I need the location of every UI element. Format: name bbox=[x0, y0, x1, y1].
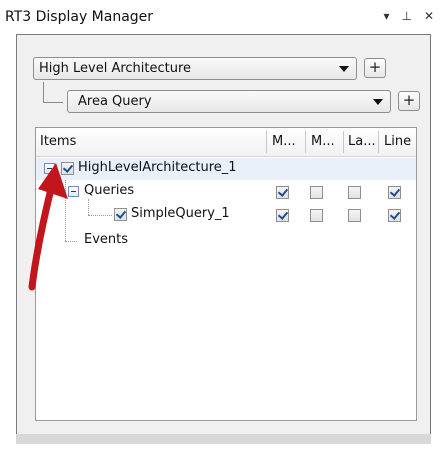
tree-row[interactable]: Queries bbox=[36, 181, 416, 203]
dropdown-arrow-icon[interactable]: ▾ bbox=[383, 9, 389, 23]
window-title: RT3 Display Manager bbox=[5, 9, 154, 25]
row-checkbox[interactable] bbox=[114, 208, 127, 221]
tree-row[interactable]: SimpleQuery_1 bbox=[36, 204, 416, 226]
query-select[interactable]: Area Query bbox=[67, 90, 391, 113]
column-la-checkbox[interactable] bbox=[348, 186, 361, 199]
title-bar: RT3 Display Manager ▾ ⊥ ✕ bbox=[0, 0, 444, 30]
column-header-m1[interactable]: M... bbox=[272, 128, 296, 156]
add-architecture-button[interactable]: + bbox=[364, 58, 386, 78]
chevron-down-icon bbox=[339, 66, 349, 72]
architecture-select-value: High Level Architecture bbox=[39, 61, 192, 76]
column-line-checkbox[interactable] bbox=[388, 186, 401, 199]
tree-row-label: Events bbox=[84, 232, 129, 247]
column-divider[interactable] bbox=[305, 131, 306, 153]
add-query-button[interactable]: + bbox=[398, 91, 420, 111]
pin-icon[interactable]: ⊥ bbox=[401, 9, 411, 23]
column-divider[interactable] bbox=[343, 131, 344, 153]
chevron-down-icon bbox=[373, 99, 383, 105]
architecture-select[interactable]: High Level Architecture bbox=[33, 57, 357, 80]
tree-header: Items M... M... La... Line bbox=[36, 128, 416, 157]
annotation-arrow-icon bbox=[28, 163, 68, 291]
column-header-items[interactable]: Items bbox=[40, 128, 76, 156]
column-header-line[interactable]: Line bbox=[384, 128, 411, 156]
column-header-la[interactable]: La... bbox=[348, 128, 376, 156]
column-line-checkbox[interactable] bbox=[388, 209, 401, 222]
tree-connector-line bbox=[43, 82, 63, 103]
column-m2-checkbox[interactable] bbox=[310, 186, 323, 199]
tree-row-label: SimpleQuery_1 bbox=[131, 206, 230, 221]
tree-row-label: Queries bbox=[84, 183, 135, 198]
column-header-m2[interactable]: M... bbox=[311, 128, 335, 156]
column-m1-checkbox[interactable] bbox=[276, 186, 289, 199]
column-m2-checkbox[interactable] bbox=[310, 209, 323, 222]
column-divider[interactable] bbox=[266, 131, 267, 153]
items-tree[interactable]: Items M... M... La... Line HighLevelArch… bbox=[35, 127, 417, 421]
tree-row-label: HighLevelArchitecture_1 bbox=[78, 160, 237, 175]
column-m1-checkbox[interactable] bbox=[276, 209, 289, 222]
column-divider[interactable] bbox=[378, 131, 379, 153]
tree-row[interactable]: HighLevelArchitecture_1 bbox=[36, 158, 416, 180]
close-icon[interactable]: ✕ bbox=[424, 9, 434, 23]
column-la-checkbox[interactable] bbox=[348, 209, 361, 222]
tree-row[interactable]: Events bbox=[36, 230, 416, 252]
panel-footer bbox=[16, 434, 431, 444]
query-select-value: Area Query bbox=[78, 94, 152, 109]
title-bar-controls: ▾ ⊥ ✕ bbox=[383, 9, 434, 23]
